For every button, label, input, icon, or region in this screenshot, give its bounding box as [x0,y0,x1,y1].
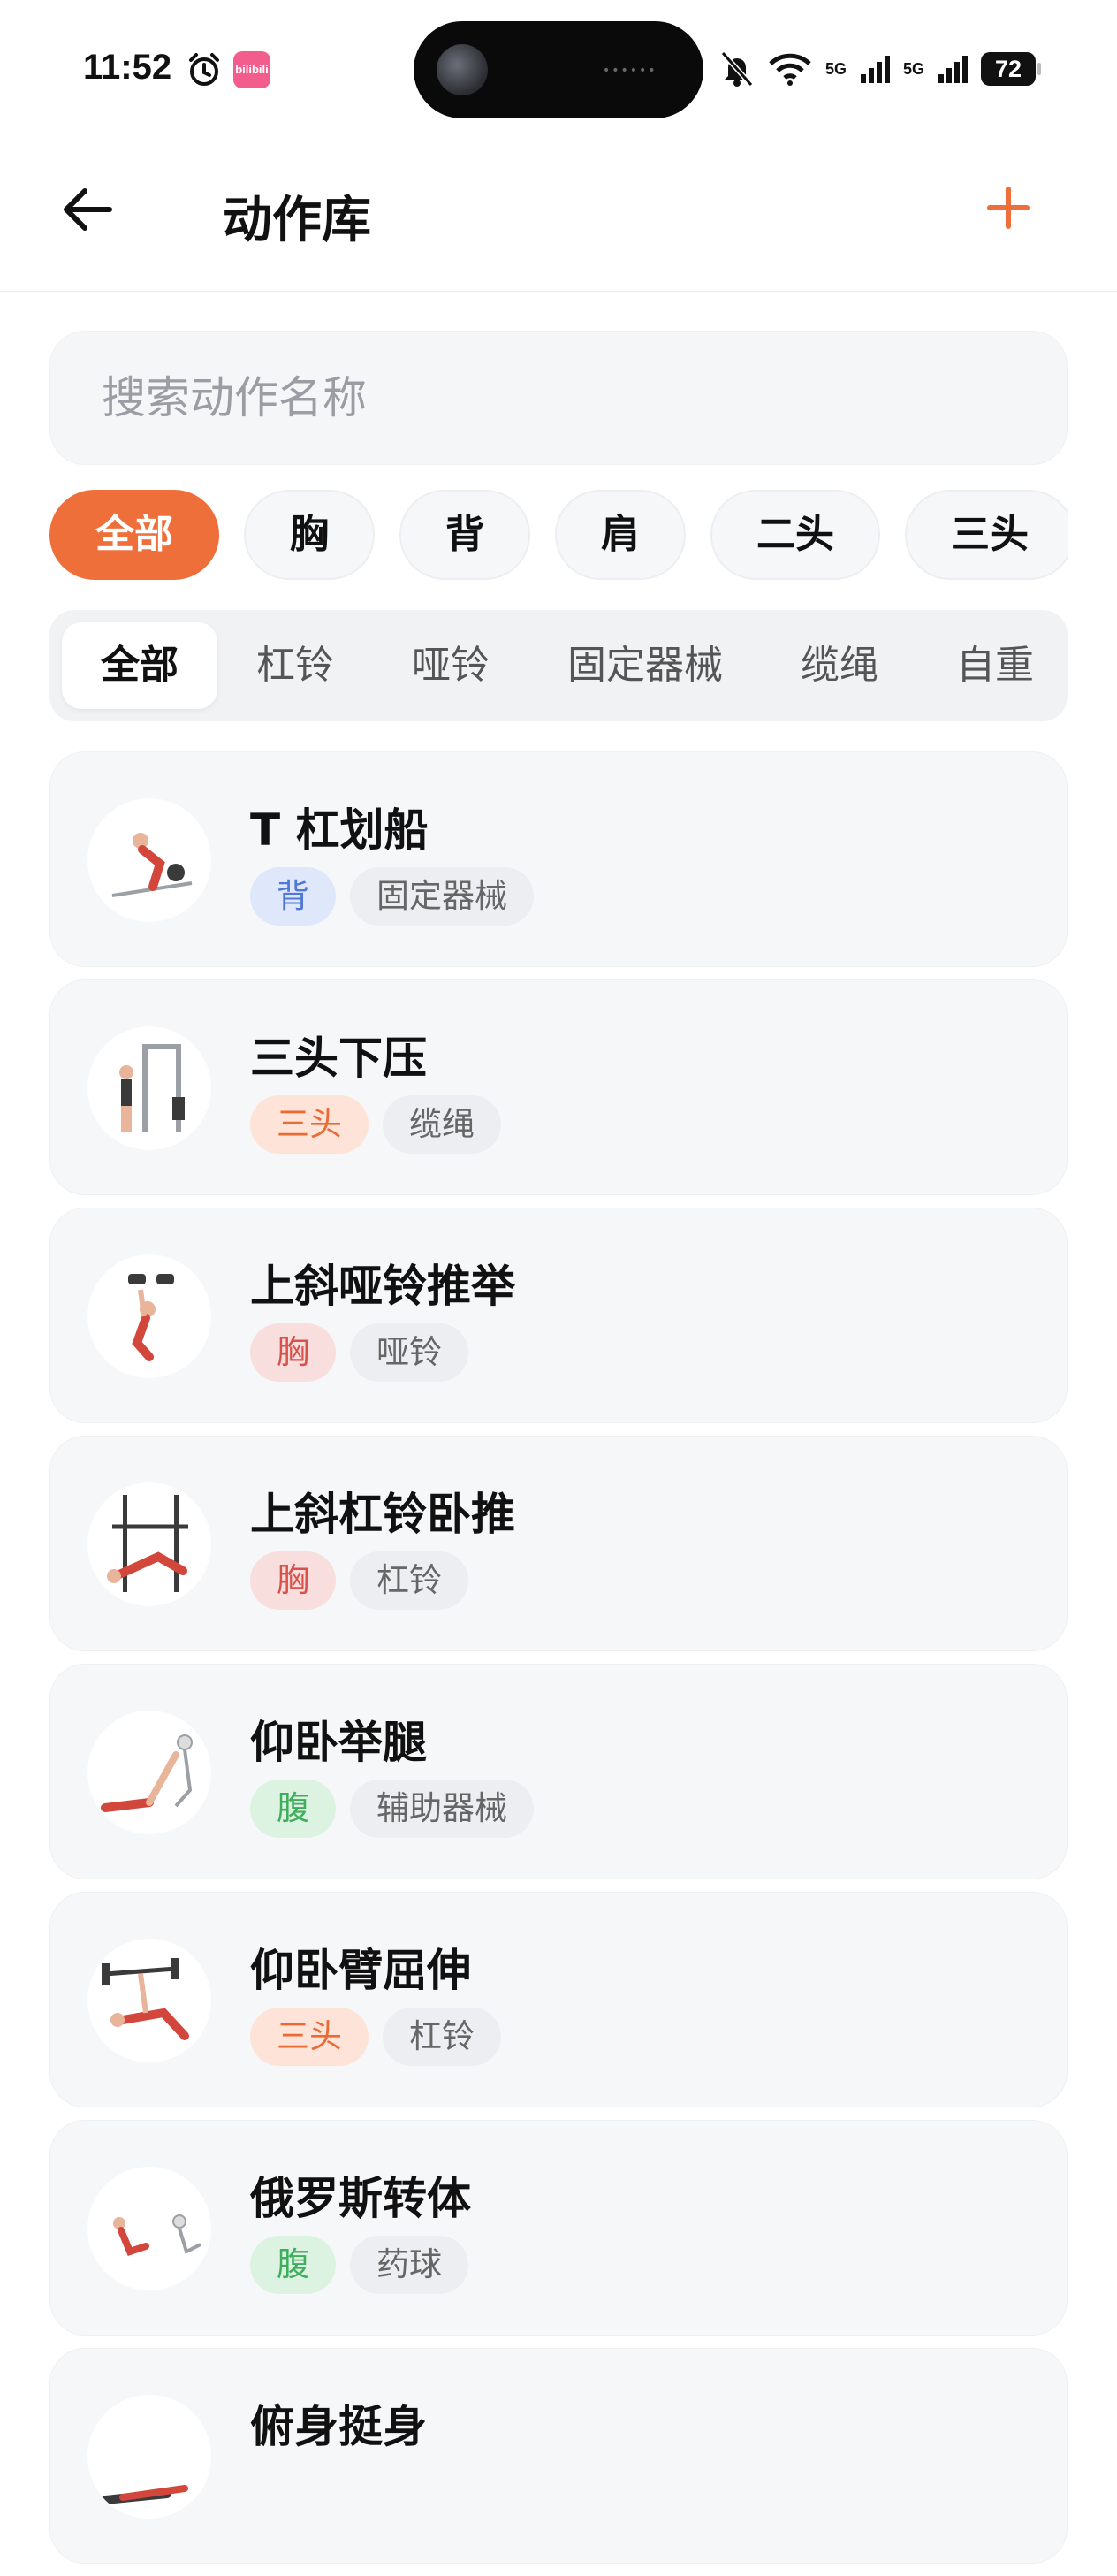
muscle-filter-chip[interactable]: 全部 [49,490,219,580]
exercise-tags: 胸哑铃 [250,1323,468,1382]
exercise-tags: 胸杠铃 [250,1551,468,1610]
equipment-filter-tab[interactable]: 哑铃 [373,622,528,709]
back-arrow-icon[interactable] [57,179,118,240]
equipment-tag: 固定器械 [350,867,534,926]
content: 全部胸背肩二头三头a 全部杠铃哑铃固定器械缆绳自重 T 杠划船背固定器械 三头下… [0,292,1117,2564]
dumbbell-press-illustration [87,1254,211,1378]
exercise-tags: 三头 杠铃 [250,2008,501,2066]
equipment-filter-bar: 全部 杠铃 哑铃 固定器械 缆绳 自重 [49,610,1068,721]
equipment-tag: 杠铃 [383,2008,501,2066]
exercise-name: 俯身挺身 [250,2401,427,2452]
back-extension-illustration [87,2395,211,2519]
status-bar: 11:52 bilibili •••••• 5G 5G 72 [0,0,1117,141]
exercise-card[interactable]: 仰卧臂屈伸三头 杠铃 [49,1892,1068,2107]
exercise-tags: 腹药球 [250,2236,468,2294]
exercise-card[interactable]: 三头下压三头 缆绳 [49,979,1068,1195]
exercise-card[interactable]: 俄罗斯转体腹药球 [49,2120,1068,2336]
cable-illustration [87,1026,211,1150]
signal-icon [860,56,890,83]
exercise-name: 俄罗斯转体 [250,2173,471,2224]
leg-raise-illustration [87,1711,211,1834]
audio-wave-icon: •••••• [603,64,657,78]
status-time: 11:52 [83,48,172,87]
search-input[interactable] [50,332,1067,464]
network-type-2: 5G [902,59,924,78]
equipment-tag: 缆绳 [383,1095,501,1154]
muscle-tag: 三头 [250,2008,369,2066]
exercise-name: 仰卧举腿 [250,1717,427,1768]
muscle-tag: 胸 [250,1323,336,1382]
exercise-card[interactable]: 上斜杠铃卧推胸杠铃 [49,1436,1068,1651]
muscle-tag: 腹 [250,2236,336,2294]
exercise-card[interactable]: 上斜哑铃推举胸哑铃 [49,1208,1068,1423]
bilibili-icon-label: bilibili [235,63,269,76]
skullcrusher-illustration [87,1939,211,2062]
page-title: 动作库 [223,192,371,249]
mute-bell-icon [720,51,754,87]
exercise-card[interactable]: 俯身挺身 [49,2348,1068,2564]
muscle-filter-chip[interactable]: 二头 [710,490,880,580]
exercise-name: 仰卧臂屈伸 [250,1945,471,1996]
muscle-filter-chip[interactable]: 肩 [555,490,686,580]
network-type-1: 5G [824,59,847,78]
add-icon[interactable] [981,180,1036,235]
muscle-tag: 三头 [250,1095,369,1154]
equipment-filter-tab[interactable]: 固定器械 [528,622,762,709]
exercise-name: T 杠划船 [250,804,429,856]
exercise-tags: 三头 缆绳 [250,1095,501,1154]
equipment-filter-tab[interactable]: 杠铃 [217,622,373,709]
wifi-icon [769,53,811,86]
equipment-tag: 药球 [350,2236,468,2294]
bilibili-icon: bilibili [233,51,270,88]
muscle-filter-chip[interactable]: 背 [399,490,530,580]
battery-tip [1037,63,1041,75]
muscle-filter-chip[interactable]: 三头 [905,490,1068,580]
muscle-filter-chip[interactable]: 胸 [244,490,375,580]
muscle-tag: 背 [250,867,336,926]
search-box[interactable] [49,331,1068,465]
equipment-filter-tab[interactable]: 自重 [917,622,1068,709]
equipment-tag: 杠铃 [350,1551,468,1610]
exercise-name: 上斜杠铃卧推 [250,1489,515,1540]
battery-level: 72 [994,56,1022,82]
equipment-tag: 辅助器械 [350,1780,534,1838]
exercise-tags: 腹辅助器械 [250,1780,534,1838]
battery-indicator: 72 [981,52,1041,86]
status-icons: 5G 5G 72 [719,44,1041,94]
russian-twist-illustration [87,2167,211,2290]
dynamic-island[interactable]: •••••• [414,21,703,118]
equipment-filter-tab[interactable]: 缆绳 [762,622,917,709]
exercise-card[interactable]: T 杠划船背固定器械 [49,751,1068,967]
equipment-filter-tab[interactable]: 全部 [62,622,217,709]
muscle-tag: 腹 [250,1780,336,1838]
signal-icon-2 [938,56,968,83]
muscle-filter-row: 全部胸背肩二头三头a [49,490,1068,582]
exercise-card[interactable]: 仰卧举腿腹辅助器械 [49,1664,1068,1879]
muscle-tag: 胸 [250,1551,336,1610]
equipment-tag: 哑铃 [350,1323,468,1382]
exercise-name: 三头下压 [250,1033,427,1084]
exercise-tags: 背固定器械 [250,867,534,926]
app-bar: 动作库 [0,141,1117,292]
row-illustration [87,798,211,922]
bench-press-illustration [87,1482,211,1606]
media-thumbnail [437,44,488,95]
exercise-name: 上斜哑铃推举 [250,1261,515,1312]
alarm-icon [189,53,219,86]
exercise-list: T 杠划船背固定器械 三头下压 三头 缆绳 上斜哑铃推举胸哑铃 上斜杠铃卧推胸杠铃 … [49,751,1068,2576]
